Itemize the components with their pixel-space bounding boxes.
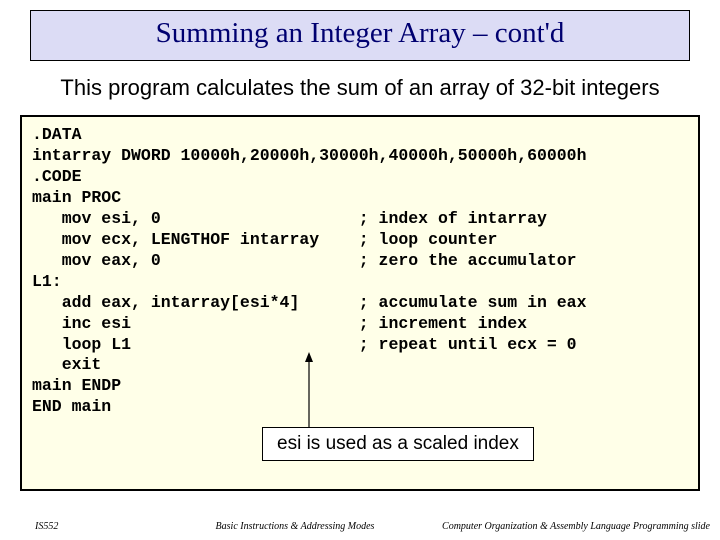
slide: Summing an Integer Array – cont'd This p… [0, 0, 720, 540]
code-box: .DATA intarray DWORD 10000h,20000h,30000… [20, 115, 700, 491]
callout-box: esi is used as a scaled index [262, 427, 534, 461]
code-content: .DATA intarray DWORD 10000h,20000h,30000… [32, 125, 587, 416]
footer: IS552 Basic Instructions & Addressing Mo… [0, 521, 720, 532]
footer-center: Basic Instructions & Addressing Modes [170, 521, 420, 532]
callout-text: esi is used as a scaled index [277, 433, 519, 454]
footer-left: IS552 [0, 521, 170, 532]
subtitle: This program calculates the sum of an ar… [20, 75, 700, 101]
arrow-icon [305, 352, 313, 437]
footer-right: Computer Organization & Assembly Languag… [420, 521, 720, 532]
title-box: Summing an Integer Array – cont'd [30, 10, 690, 61]
slide-title: Summing an Integer Array – cont'd [31, 17, 689, 50]
